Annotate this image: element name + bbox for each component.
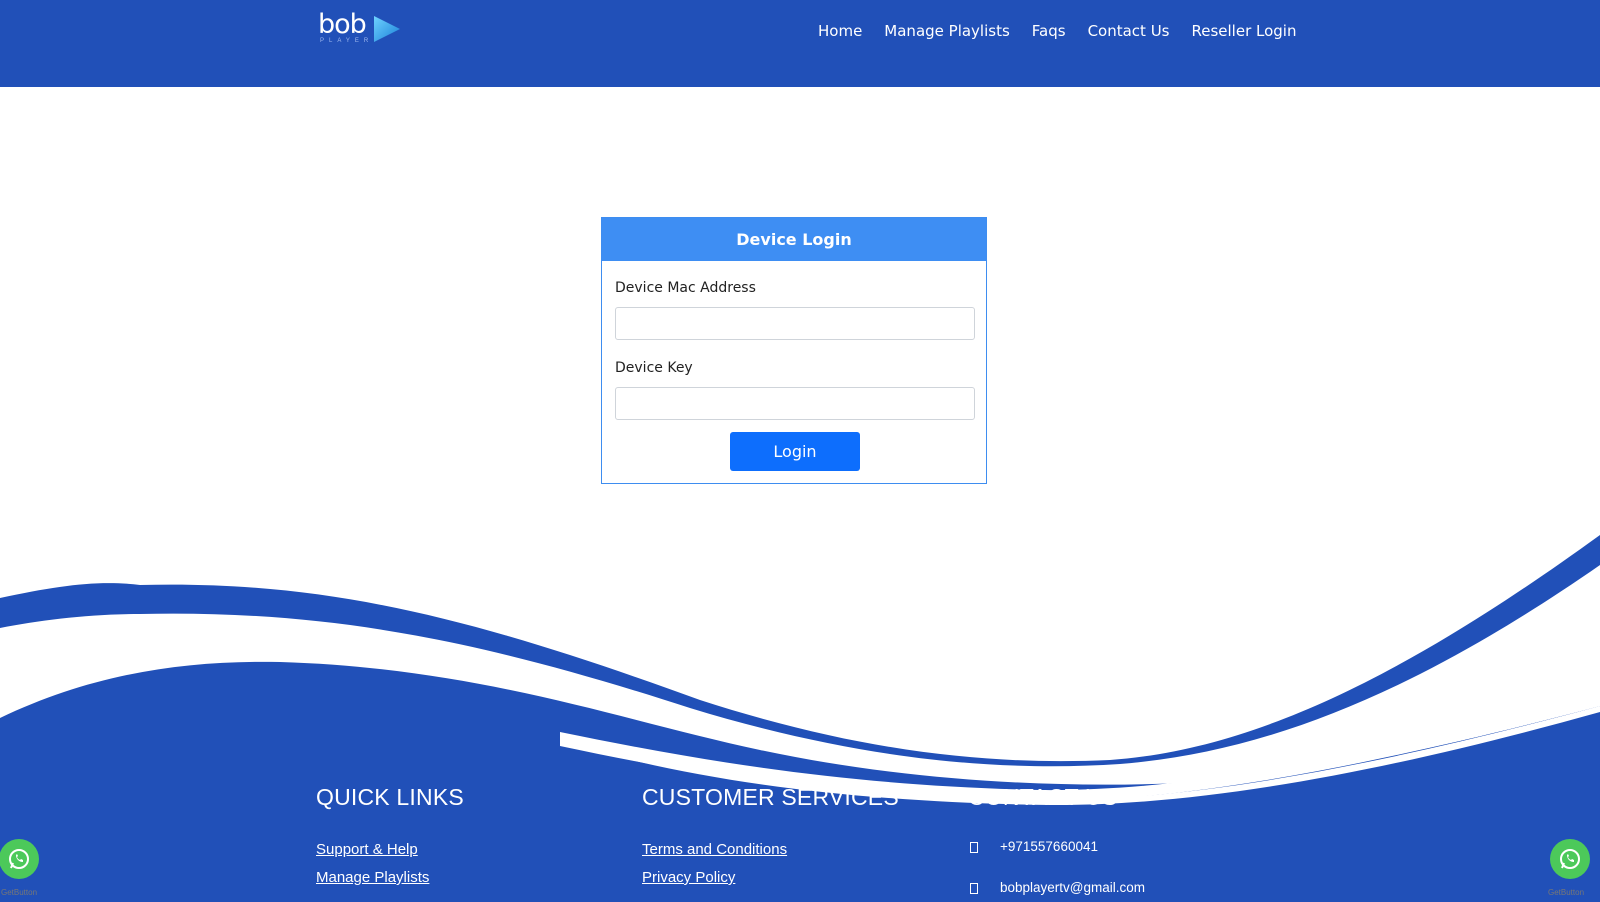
link-privacy-policy[interactable]: Privacy Policy (642, 869, 735, 886)
contact-phone[interactable]: +971557660041 (1000, 839, 1098, 854)
quick-links-title: QUICK LINKS (316, 784, 464, 810)
link-support-help[interactable]: Support & Help (316, 841, 418, 858)
contact-us-column: CONTACT US (968, 784, 1117, 811)
customer-services-title: CUSTOMER SERVICES (642, 784, 899, 810)
whatsapp-button-left[interactable] (0, 839, 39, 879)
whatsapp-icon (9, 849, 29, 869)
getbutton-label-right: GetButton (1548, 888, 1585, 897)
contact-email[interactable]: bobplayertv@gmail.com (1000, 880, 1145, 895)
footer-wave-background (0, 535, 1600, 902)
phone-icon (970, 842, 978, 853)
quick-links-column: QUICK LINKS (316, 784, 464, 811)
contact-us-title: CONTACT US (968, 784, 1118, 810)
whatsapp-icon (1560, 849, 1580, 869)
link-manage-playlists[interactable]: Manage Playlists (316, 869, 429, 886)
getbutton-label-left: GetButton (1, 888, 38, 897)
whatsapp-button-right[interactable] (1550, 839, 1590, 879)
customer-services-column: CUSTOMER SERVICES (642, 784, 899, 811)
link-terms-conditions[interactable]: Terms and Conditions (642, 841, 787, 858)
email-icon (970, 883, 978, 894)
